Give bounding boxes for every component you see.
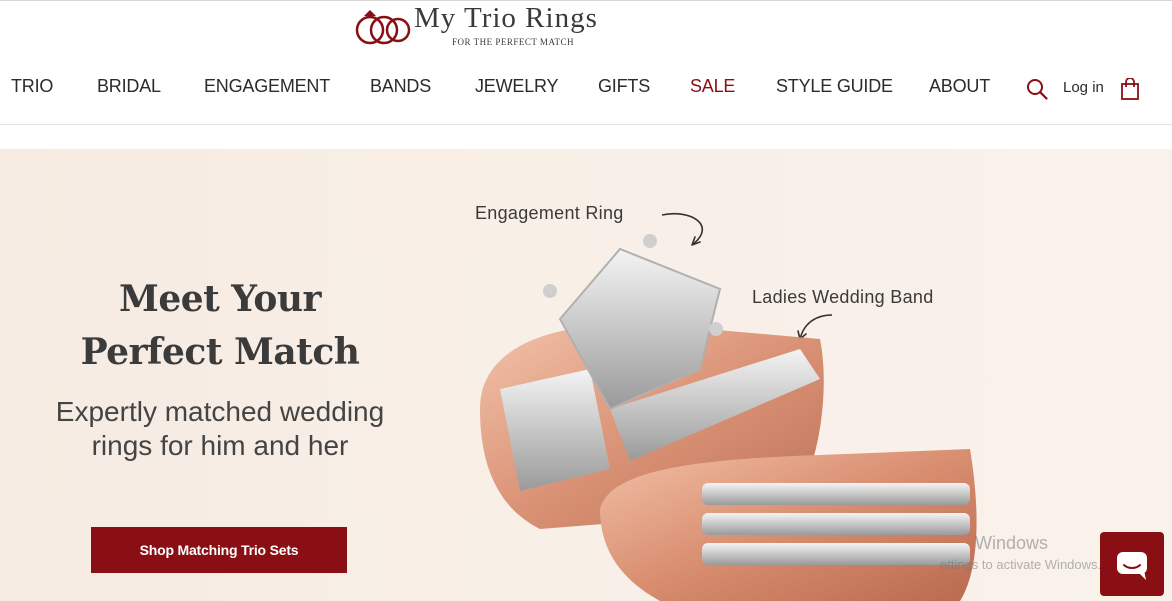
shop-trio-sets-button[interactable]: Shop Matching Trio Sets (91, 527, 347, 573)
brand-name: My Trio Rings (414, 2, 598, 34)
windows-activation-note: ettings to activate Windows. (940, 557, 1102, 572)
nav-item-bridal[interactable]: BRIDAL (97, 76, 161, 97)
windows-activation-watermark: Windows (975, 533, 1049, 553)
main-nav: TRIO BRIDAL ENGAGEMENT BANDS JEWELRY GIF… (0, 76, 1172, 102)
hero-title: Meet Your Perfect Match (40, 273, 400, 379)
brand-tagline: FOR THE PERFECT MATCH (452, 37, 574, 47)
callout-engagement-ring: Engagement Ring (475, 203, 624, 223)
hero-title-line1: Meet Your (118, 278, 322, 320)
trio-rings-image (480, 234, 977, 601)
nav-item-trio[interactable]: TRIO (11, 76, 53, 97)
rings-logo-icon (355, 10, 411, 45)
chat-icon (1117, 552, 1147, 580)
nav-item-sale[interactable]: SALE (690, 76, 735, 97)
login-link[interactable]: Log in (1063, 79, 1104, 96)
chat-button[interactable] (1100, 532, 1164, 596)
header-divider (0, 124, 1172, 125)
shopping-bag-icon[interactable] (1120, 78, 1140, 100)
brand-logo[interactable]: My Trio Rings FOR THE PERFECT MATCH (350, 2, 660, 48)
nav-item-jewelry[interactable]: JEWELRY (475, 76, 558, 97)
hero-title-line2: Perfect Match (80, 331, 360, 373)
top-border (0, 0, 1172, 1)
nav-item-engagement[interactable]: ENGAGEMENT (204, 76, 330, 97)
nav-item-about[interactable]: ABOUT (929, 76, 990, 97)
search-icon[interactable] (1026, 78, 1048, 100)
nav-item-style-guide[interactable]: STYLE GUIDE (776, 76, 893, 97)
nav-item-gifts[interactable]: GIFTS (598, 76, 650, 97)
hero-banner: Meet Your Perfect Match Expertly matched… (0, 149, 1172, 601)
hero-subtitle: Expertly matched wedding rings for him a… (55, 396, 385, 461)
nav-item-bands[interactable]: BANDS (370, 76, 431, 97)
